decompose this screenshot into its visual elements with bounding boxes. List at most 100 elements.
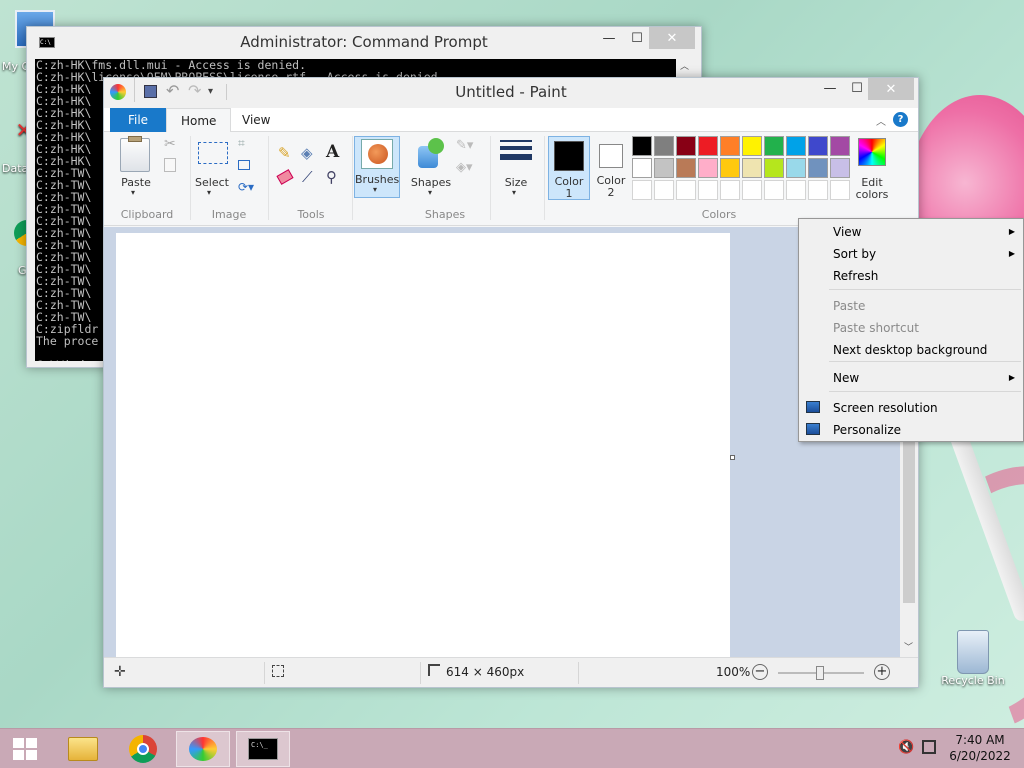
select-dropdown-icon[interactable]: ▾ bbox=[207, 188, 211, 197]
palette-swatch[interactable] bbox=[698, 180, 718, 200]
palette-swatch[interactable] bbox=[808, 136, 828, 156]
volume-muted-icon[interactable]: 🔇 bbox=[898, 740, 914, 755]
paint-titlebar[interactable]: ↶ ↷ ▾ Untitled - Paint — ☐ ✕ bbox=[104, 78, 918, 108]
paste-button[interactable]: Paste bbox=[116, 176, 156, 189]
paste-dropdown-icon[interactable]: ▾ bbox=[131, 188, 135, 197]
palette-swatch[interactable] bbox=[808, 180, 828, 200]
clock[interactable]: 7:40 AM 6/20/2022 bbox=[948, 733, 1012, 763]
cut-icon[interactable]: ✂ bbox=[164, 136, 176, 152]
paste-icon[interactable] bbox=[120, 136, 150, 172]
palette-swatch[interactable] bbox=[632, 136, 652, 156]
zoom-out-button[interactable]: − bbox=[752, 664, 768, 680]
palette-swatch[interactable] bbox=[830, 136, 850, 156]
taskbar-paint[interactable] bbox=[176, 731, 230, 767]
palette-swatch[interactable] bbox=[764, 180, 784, 200]
palette-swatch[interactable] bbox=[654, 158, 674, 178]
palette-swatch[interactable] bbox=[676, 180, 696, 200]
eraser-icon[interactable] bbox=[276, 169, 294, 185]
rotate-icon[interactable]: ⟳▾ bbox=[238, 180, 254, 194]
canvas-workspace[interactable] bbox=[104, 227, 900, 657]
paint-maximize-button[interactable]: ☐ bbox=[846, 77, 868, 99]
color2-button[interactable]: Color 2 bbox=[590, 136, 632, 200]
palette-swatch[interactable] bbox=[830, 180, 850, 200]
cmd-scroll-up-icon[interactable]: ︿ bbox=[676, 59, 693, 72]
outline-icon[interactable]: ✎▾ bbox=[456, 138, 473, 153]
palette-swatch[interactable] bbox=[742, 180, 762, 200]
context-menu-item-view[interactable]: View ▶ bbox=[799, 221, 1023, 243]
palette-swatch[interactable] bbox=[676, 158, 696, 178]
desktop-icon-recycle-bin[interactable]: Recycle Bin bbox=[938, 630, 1008, 687]
context-menu-item-paste[interactable]: Paste bbox=[799, 295, 1023, 317]
brushes-button[interactable]: Brushes ▾ bbox=[354, 136, 400, 198]
fill-icon[interactable]: ◈ bbox=[301, 144, 313, 162]
paint-close-button[interactable]: ✕ bbox=[868, 78, 914, 100]
copy-icon[interactable] bbox=[164, 158, 176, 172]
palette-swatch[interactable] bbox=[764, 136, 784, 156]
palette-swatch[interactable] bbox=[720, 180, 740, 200]
select-icon[interactable] bbox=[198, 142, 228, 164]
shape-fill-icon[interactable]: ◈▾ bbox=[456, 160, 473, 175]
canvas-scroll-down-icon[interactable]: ﹀ bbox=[904, 640, 913, 653]
taskbar-chrome[interactable] bbox=[116, 731, 170, 767]
cmd-titlebar[interactable]: C:\ Administrator: Command Prompt — ☐ ✕ bbox=[27, 27, 701, 57]
palette-swatch[interactable] bbox=[742, 136, 762, 156]
palette-swatch[interactable] bbox=[720, 136, 740, 156]
color1-button[interactable]: Color 1 bbox=[548, 136, 590, 200]
palette-swatch[interactable] bbox=[654, 136, 674, 156]
palette-swatch[interactable] bbox=[698, 136, 718, 156]
tab-home[interactable]: Home bbox=[166, 108, 232, 133]
palette-swatch[interactable] bbox=[654, 180, 674, 200]
palette-swatch[interactable] bbox=[632, 158, 652, 178]
magnifier-icon[interactable]: ⚲ bbox=[326, 168, 337, 186]
size-icon[interactable] bbox=[500, 140, 532, 160]
palette-swatch[interactable] bbox=[632, 180, 652, 200]
canvas-resize-handle[interactable] bbox=[730, 455, 735, 460]
palette-swatch[interactable] bbox=[764, 158, 784, 178]
drawing-canvas[interactable] bbox=[116, 233, 730, 657]
palette-swatch[interactable] bbox=[808, 158, 828, 178]
context-menu-item-refresh[interactable]: Refresh bbox=[799, 265, 1023, 287]
taskbar-cmd[interactable]: C:\_ bbox=[236, 731, 290, 767]
taskbar-file-explorer[interactable] bbox=[56, 731, 110, 767]
context-menu-item-screen-resolution[interactable]: Screen resolution bbox=[799, 397, 1023, 419]
paint-minimize-button[interactable]: — bbox=[820, 77, 840, 99]
context-menu-item-personalize[interactable]: Personalize bbox=[799, 419, 1023, 441]
palette-swatch[interactable] bbox=[698, 158, 718, 178]
select-button[interactable]: Select bbox=[192, 176, 232, 189]
context-menu-separator bbox=[829, 391, 1021, 392]
palette-swatch[interactable] bbox=[830, 158, 850, 178]
network-icon[interactable] bbox=[922, 740, 936, 754]
palette-swatch[interactable] bbox=[720, 158, 740, 178]
start-button[interactable] bbox=[0, 731, 50, 767]
cmd-close-button[interactable]: ✕ bbox=[649, 27, 695, 49]
edit-colors-label-2[interactable]: colors bbox=[850, 188, 894, 201]
palette-swatch[interactable] bbox=[742, 158, 762, 178]
crop-icon[interactable]: ⌗ bbox=[238, 136, 245, 151]
palette-swatch[interactable] bbox=[676, 136, 696, 156]
help-icon[interactable]: ? bbox=[893, 112, 908, 127]
palette-swatch[interactable] bbox=[786, 158, 806, 178]
context-menu-item-sort-by[interactable]: Sort by ▶ bbox=[799, 243, 1023, 265]
tab-view[interactable]: View bbox=[228, 108, 284, 132]
zoom-in-button[interactable]: + bbox=[874, 664, 890, 680]
context-menu-item-next-desktop-background[interactable]: Next desktop background bbox=[799, 339, 1023, 361]
cmd-minimize-button[interactable]: — bbox=[599, 27, 619, 49]
zoom-slider-thumb[interactable] bbox=[816, 666, 824, 680]
shapes-dropdown-icon[interactable]: ▾ bbox=[428, 188, 432, 197]
pencil-icon[interactable]: ✎ bbox=[278, 144, 291, 162]
size-dropdown-icon[interactable]: ▾ bbox=[512, 188, 516, 197]
paint-window[interactable]: ↶ ↷ ▾ Untitled - Paint — ☐ ✕ File Home V… bbox=[103, 77, 919, 688]
context-menu-item-new[interactable]: New ▶ bbox=[799, 367, 1023, 389]
palette-swatch[interactable] bbox=[786, 180, 806, 200]
resize-icon[interactable] bbox=[238, 160, 250, 170]
shapes-icon[interactable] bbox=[416, 138, 446, 168]
cmd-maximize-button[interactable]: ☐ bbox=[625, 27, 649, 49]
text-icon[interactable]: A bbox=[326, 142, 339, 162]
palette-swatch[interactable] bbox=[786, 136, 806, 156]
minimize-ribbon-icon[interactable]: ︿ bbox=[876, 113, 886, 128]
color-picker-icon[interactable]: ⟋ bbox=[302, 168, 313, 186]
context-menu-item-paste-shortcut[interactable]: Paste shortcut bbox=[799, 317, 1023, 339]
edit-colors-icon[interactable] bbox=[858, 138, 886, 166]
recycle-bin-icon bbox=[957, 630, 989, 674]
tab-file[interactable]: File bbox=[110, 108, 166, 132]
